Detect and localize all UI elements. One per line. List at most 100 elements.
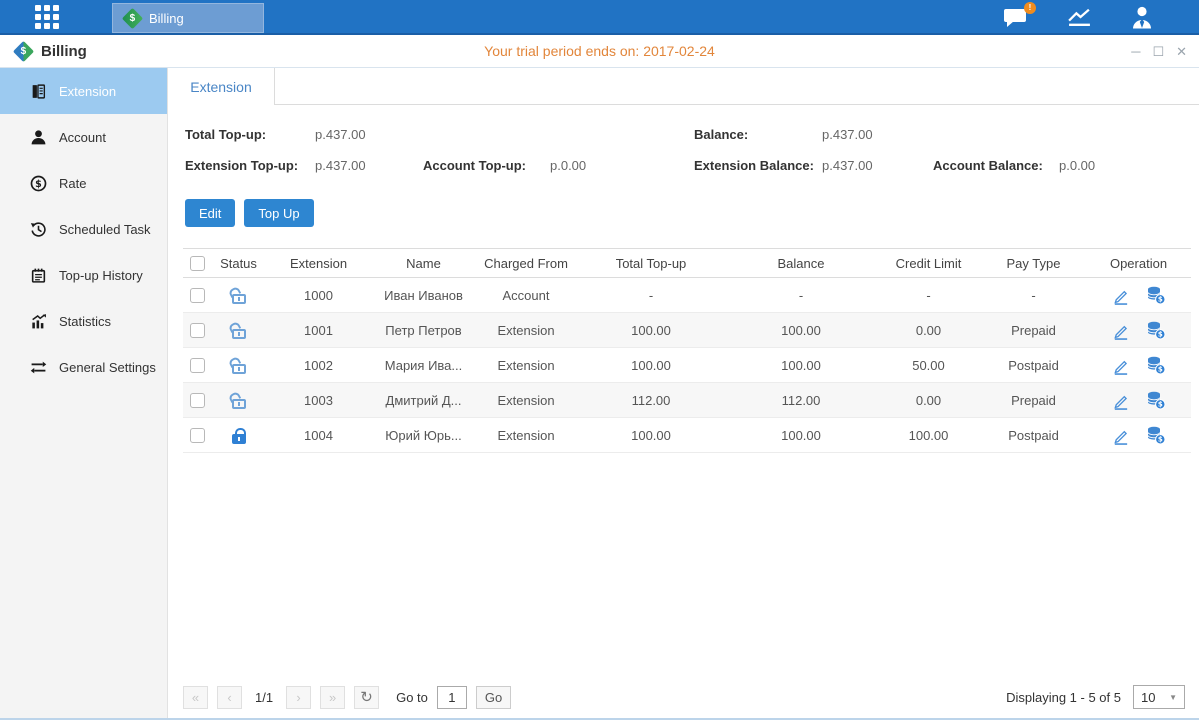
goto-page-input[interactable] bbox=[437, 686, 467, 709]
topbar-tab-billing[interactable]: $ Billing bbox=[112, 3, 264, 33]
sidebar-item-extension[interactable]: Extension bbox=[0, 68, 167, 114]
topup-history-icon bbox=[30, 267, 47, 284]
balance-value: p.437.00 bbox=[822, 127, 873, 142]
topup-icon[interactable]: $ bbox=[1146, 390, 1166, 410]
cell-pay-type: Prepaid bbox=[981, 393, 1086, 408]
trial-notice: Your trial period ends on: 2017-02-24 bbox=[0, 43, 1199, 59]
svg-text:$: $ bbox=[1158, 296, 1163, 304]
total-topup-label: Total Top-up: bbox=[185, 127, 315, 142]
sidebar-item-label: Extension bbox=[59, 84, 116, 99]
first-page-button[interactable]: « bbox=[183, 686, 208, 709]
top-up-button[interactable]: Top Up bbox=[244, 199, 313, 227]
col-balance: Balance bbox=[726, 256, 876, 271]
cell-total-topup: 100.00 bbox=[576, 358, 726, 373]
edit-icon[interactable] bbox=[1111, 321, 1130, 340]
extension-balance-value: p.437.00 bbox=[822, 158, 933, 173]
extension-table: Status Extension Name Charged From Total… bbox=[183, 248, 1191, 453]
account-topup-label: Account Top-up: bbox=[423, 158, 550, 173]
cell-pay-type: Prepaid bbox=[981, 323, 1086, 338]
last-page-button[interactable]: » bbox=[320, 686, 345, 709]
table-row: 1000 Иван Иванов Account - - - - bbox=[183, 278, 1191, 313]
extension-balance-label: Extension Balance: bbox=[694, 158, 822, 173]
cell-name: Мария Ива... bbox=[371, 358, 476, 373]
lock-icon[interactable] bbox=[232, 329, 246, 339]
minimize-icon[interactable]: ─ bbox=[1131, 45, 1140, 58]
col-operation: Operation bbox=[1086, 256, 1191, 271]
col-charged-from: Charged From bbox=[476, 256, 576, 271]
maximize-icon[interactable]: ☐ bbox=[1152, 45, 1164, 58]
refresh-icon[interactable]: ↻ bbox=[354, 686, 379, 709]
topup-icon[interactable]: $ bbox=[1146, 320, 1166, 340]
window-body: Extension Account $ Rate bbox=[0, 68, 1199, 718]
sidebar-item-label: Top-up History bbox=[59, 268, 143, 283]
edit-button[interactable]: Edit bbox=[185, 199, 235, 227]
lock-icon[interactable] bbox=[232, 364, 246, 374]
general-settings-icon bbox=[30, 359, 47, 376]
cell-name: Петр Петров bbox=[371, 323, 476, 338]
cell-pay-type: Postpaid bbox=[981, 358, 1086, 373]
lock-icon[interactable] bbox=[232, 399, 246, 409]
edit-icon[interactable] bbox=[1111, 426, 1130, 445]
total-topup-value: p.437.00 bbox=[315, 127, 366, 142]
sidebar-item-rate[interactable]: $ Rate bbox=[0, 160, 167, 206]
row-checkbox[interactable] bbox=[190, 323, 205, 338]
edit-icon[interactable] bbox=[1111, 391, 1130, 410]
prev-page-button[interactable]: ‹ bbox=[217, 686, 242, 709]
sidebar-item-account[interactable]: Account bbox=[0, 114, 167, 160]
sidebar-item-label: Scheduled Task bbox=[59, 222, 151, 237]
lock-icon[interactable] bbox=[232, 434, 246, 444]
row-checkbox[interactable] bbox=[190, 393, 205, 408]
sidebar-item-label: General Settings bbox=[59, 360, 156, 375]
topbar: $ Billing ! bbox=[0, 0, 1199, 35]
cell-total-topup: 112.00 bbox=[576, 393, 726, 408]
close-icon[interactable]: ✕ bbox=[1176, 45, 1187, 58]
extension-topup-value: p.437.00 bbox=[315, 158, 423, 173]
topup-icon[interactable]: $ bbox=[1146, 355, 1166, 375]
edit-icon[interactable] bbox=[1111, 286, 1130, 305]
app-grid-icon[interactable] bbox=[35, 5, 59, 29]
billing-summary: Total Top-up: p.437.00 Extension Top-up:… bbox=[168, 119, 1199, 185]
row-checkbox[interactable] bbox=[190, 428, 205, 443]
user-icon[interactable] bbox=[1130, 5, 1154, 30]
cell-extension: 1001 bbox=[266, 323, 371, 338]
table-row: 1004 Юрий Юрь... Extension 100.00 100.00… bbox=[183, 418, 1191, 453]
next-page-button[interactable]: › bbox=[286, 686, 311, 709]
cell-charged-from: Extension bbox=[476, 358, 576, 373]
cell-extension: 1003 bbox=[266, 393, 371, 408]
resource-monitor-icon[interactable] bbox=[1067, 7, 1092, 28]
sidebar-item-label: Statistics bbox=[59, 314, 111, 329]
topup-icon[interactable]: $ bbox=[1146, 285, 1166, 305]
table-row: 1003 Дмитрий Д... Extension 112.00 112.0… bbox=[183, 383, 1191, 418]
account-icon bbox=[30, 129, 47, 146]
sidebar-item-statistics[interactable]: Statistics bbox=[0, 298, 167, 344]
extension-topup-label: Extension Top-up: bbox=[185, 158, 315, 173]
row-checkbox[interactable] bbox=[190, 288, 205, 303]
table-header: Status Extension Name Charged From Total… bbox=[183, 248, 1191, 278]
account-balance-label: Account Balance: bbox=[933, 158, 1059, 173]
sidebar-item-scheduled-task[interactable]: Scheduled Task bbox=[0, 206, 167, 252]
topbar-icons: ! bbox=[1003, 0, 1154, 35]
col-status: Status bbox=[211, 256, 266, 271]
cell-total-topup: - bbox=[576, 288, 726, 303]
lock-icon[interactable] bbox=[232, 294, 246, 304]
go-button[interactable]: Go bbox=[476, 686, 511, 709]
goto-label: Go to bbox=[396, 690, 428, 705]
displaying-info: Displaying 1 - 5 of 5 bbox=[1006, 690, 1121, 705]
sidebar-item-topup-history[interactable]: Top-up History bbox=[0, 252, 167, 298]
account-balance-value: p.0.00 bbox=[1059, 158, 1095, 173]
cell-credit-limit: - bbox=[876, 288, 981, 303]
edit-icon[interactable] bbox=[1111, 356, 1130, 375]
page-size-select[interactable]: 10 ▼ bbox=[1133, 685, 1185, 709]
topup-icon[interactable]: $ bbox=[1146, 425, 1166, 445]
select-all-checkbox[interactable] bbox=[190, 256, 205, 271]
notifications-icon[interactable]: ! bbox=[1003, 7, 1029, 29]
cell-extension: 1000 bbox=[266, 288, 371, 303]
cell-name: Дмитрий Д... bbox=[371, 393, 476, 408]
cell-credit-limit: 0.00 bbox=[876, 323, 981, 338]
sidebar-item-general-settings[interactable]: General Settings bbox=[0, 344, 167, 390]
cell-balance: - bbox=[726, 288, 876, 303]
row-checkbox[interactable] bbox=[190, 358, 205, 373]
billing-diamond-icon: $ bbox=[122, 7, 143, 28]
table-row: 1001 Петр Петров Extension 100.00 100.00… bbox=[183, 313, 1191, 348]
tab-extension[interactable]: Extension bbox=[168, 68, 275, 105]
